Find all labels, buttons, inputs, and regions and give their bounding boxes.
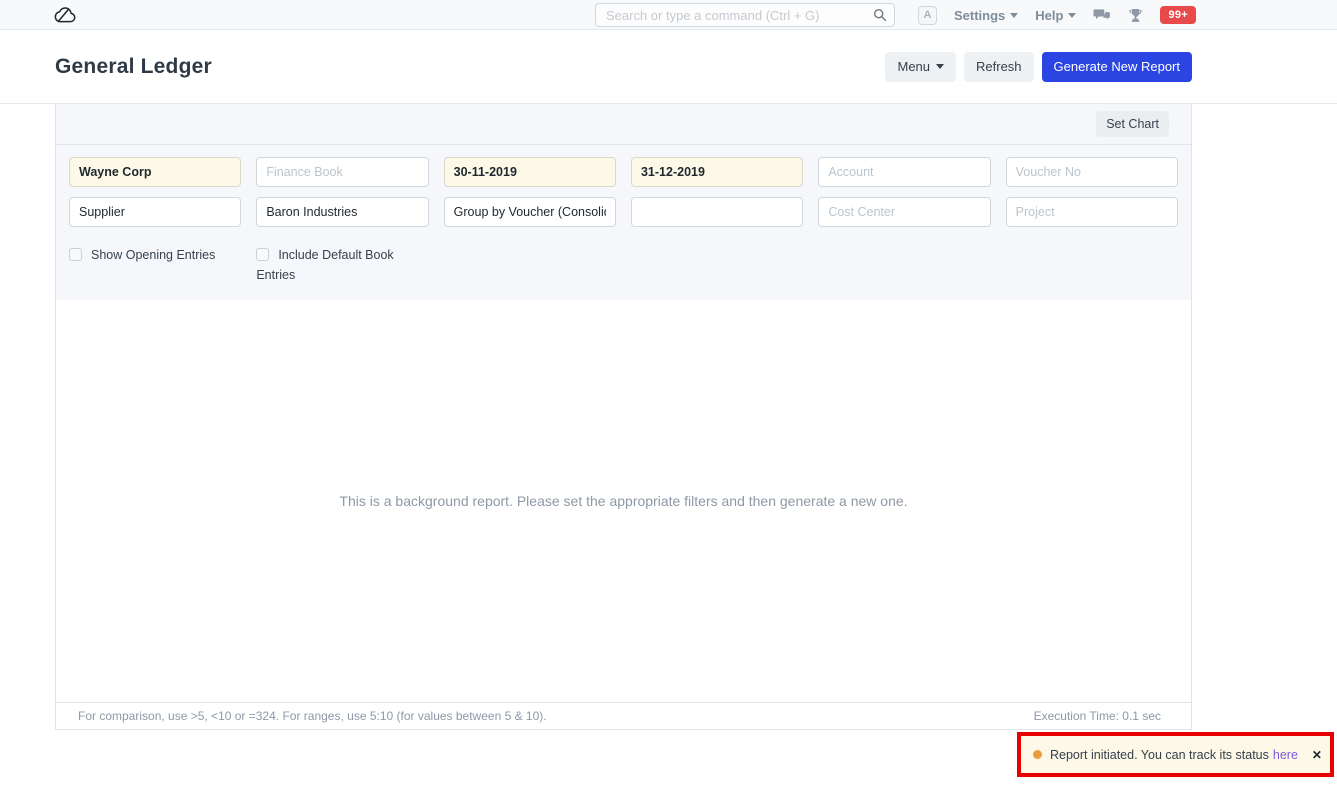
page-title: General Ledger (55, 55, 212, 79)
include-default-book-entries-box[interactable] (256, 248, 269, 261)
refresh-button[interactable]: Refresh (964, 52, 1034, 82)
voucher-no-filter[interactable] (1006, 157, 1178, 187)
comparison-hint: For comparison, use >5, <10 or =324. For… (78, 709, 547, 723)
generate-new-report-label: Generate New Report (1054, 59, 1180, 74)
chat-icon[interactable] (1093, 8, 1111, 23)
user-avatar[interactable]: A (918, 6, 937, 25)
include-default-book-entries-label: Include Default Book Entries (256, 248, 393, 282)
report-initiated-toast: Report initiated. You can track its stat… (1021, 736, 1330, 773)
settings-dropdown[interactable]: Settings (954, 8, 1018, 23)
refresh-button-label: Refresh (976, 59, 1022, 74)
menu-button-label: Menu (897, 59, 930, 74)
account-filter[interactable] (818, 157, 990, 187)
chevron-down-icon (1010, 13, 1018, 18)
set-chart-button[interactable]: Set Chart (1096, 111, 1169, 137)
app-logo-icon[interactable] (54, 5, 78, 30)
execution-time: Execution Time: 0.1 sec (1034, 709, 1161, 723)
notifications-badge[interactable]: 99+ (1160, 6, 1196, 24)
filter-checkbox-row: Show Opening Entries Include Default Boo… (69, 245, 1178, 285)
annotation-highlight-box: Report initiated. You can track its stat… (1017, 732, 1334, 777)
show-opening-entries-box[interactable] (69, 248, 82, 261)
party-type-filter[interactable] (69, 197, 241, 227)
background-report-message: This is a background report. Please set … (339, 493, 907, 509)
cost-center-filter[interactable] (818, 197, 990, 227)
global-search (595, 3, 895, 27)
group-by-filter[interactable] (444, 197, 616, 227)
track-status-link[interactable]: here (1273, 748, 1298, 762)
top-navbar: A Settings Help 99+ (0, 0, 1337, 30)
close-icon[interactable]: ✕ (1298, 748, 1322, 762)
search-input[interactable] (595, 3, 895, 27)
empty-filter[interactable] (631, 197, 803, 227)
navbar-actions: A Settings Help 99+ (918, 0, 1196, 30)
party-filter[interactable] (256, 197, 428, 227)
page-actions: Menu Refresh Generate New Report (885, 52, 1192, 82)
finance-book-filter[interactable] (256, 157, 428, 187)
chevron-down-icon (936, 64, 944, 69)
generate-new-report-button[interactable]: Generate New Report (1042, 52, 1192, 82)
report-toolbar: Set Chart (56, 104, 1191, 145)
report-panel: Set Chart Show Opening Entries Include D… (55, 104, 1192, 730)
chevron-down-icon (1068, 13, 1076, 18)
trophy-icon[interactable] (1128, 8, 1143, 23)
filter-row-1 (69, 157, 1178, 187)
status-dot-icon (1033, 750, 1042, 759)
settings-label: Settings (954, 8, 1005, 23)
filter-row-2 (69, 197, 1178, 227)
include-default-book-entries-checkbox[interactable]: Include Default Book Entries (256, 245, 428, 285)
menu-button[interactable]: Menu (885, 52, 956, 82)
to-date-filter[interactable] (631, 157, 803, 187)
company-filter[interactable] (69, 157, 241, 187)
report-footer: For comparison, use >5, <10 or =324. For… (56, 702, 1191, 729)
toast-message: Report initiated. You can track its stat… (1050, 748, 1269, 762)
search-icon[interactable] (873, 8, 887, 27)
page-header: General Ledger Menu Refresh Generate New… (0, 30, 1337, 104)
from-date-filter[interactable] (444, 157, 616, 187)
help-dropdown[interactable]: Help (1035, 8, 1076, 23)
filter-section: Show Opening Entries Include Default Boo… (56, 145, 1191, 300)
report-body: This is a background report. Please set … (56, 300, 1191, 702)
project-filter[interactable] (1006, 197, 1178, 227)
show-opening-entries-checkbox[interactable]: Show Opening Entries (69, 245, 241, 285)
help-label: Help (1035, 8, 1063, 23)
show-opening-entries-label: Show Opening Entries (91, 248, 215, 262)
